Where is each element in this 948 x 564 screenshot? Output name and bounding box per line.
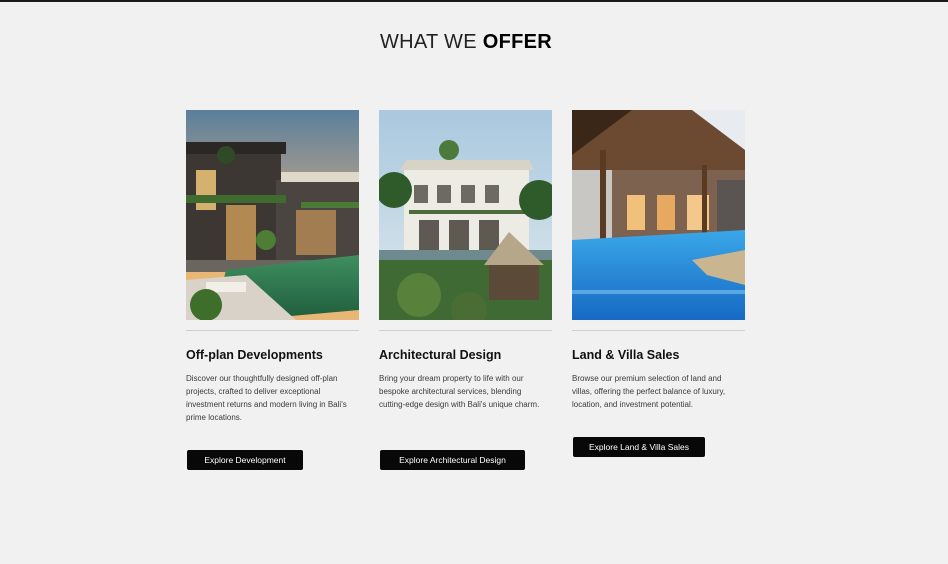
card-divider bbox=[186, 330, 359, 331]
offer-card-off-plan: Off-plan Developments Discover our thoug… bbox=[186, 110, 359, 470]
card-divider bbox=[379, 330, 552, 331]
section-heading: WHAT WE OFFER bbox=[0, 31, 932, 54]
off-plan-villa-image bbox=[186, 110, 359, 320]
offer-card-architectural-design: Architectural Design Bring your dream pr… bbox=[379, 110, 552, 470]
explore-development-button[interactable]: Explore Development bbox=[187, 450, 303, 470]
offer-card-land-villa-sales: Land & Villa Sales Browse our premium se… bbox=[572, 110, 745, 457]
explore-land-villa-sales-button[interactable]: Explore Land & Villa Sales bbox=[573, 437, 705, 457]
card-description: Discover our thoughtfully designed off-p… bbox=[186, 374, 347, 422]
section-heading-light: WHAT WE bbox=[379, 31, 483, 53]
card-title: Architectural Design bbox=[379, 348, 502, 362]
card-description: Bring your dream property to life with o… bbox=[379, 374, 540, 409]
card-title: Off-plan Developments bbox=[186, 348, 323, 362]
explore-architectural-design-button[interactable]: Explore Architectural Design bbox=[380, 450, 525, 470]
land-villa-sales-image bbox=[572, 110, 745, 320]
architectural-design-image bbox=[379, 110, 552, 320]
card-description: Browse our premium selection of land and… bbox=[572, 374, 726, 409]
top-border bbox=[0, 0, 948, 2]
card-divider bbox=[572, 330, 745, 331]
card-title: Land & Villa Sales bbox=[572, 348, 680, 362]
section-heading-bold: OFFER bbox=[482, 31, 553, 53]
